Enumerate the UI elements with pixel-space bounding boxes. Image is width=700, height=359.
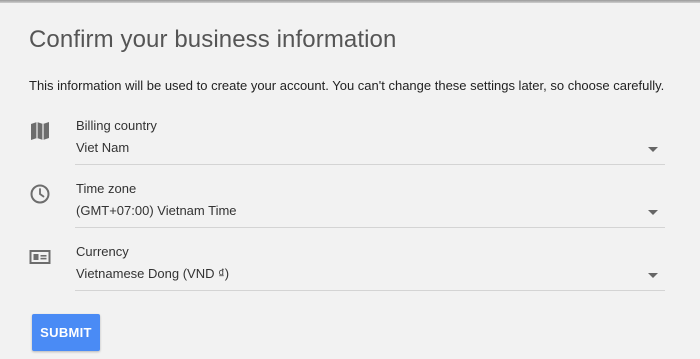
time-zone-label: Time zone (76, 181, 137, 196)
billing-country-field: Billing country Viet Nam (29, 118, 665, 168)
time-zone-value: (GMT+07:00) Vietnam Time (76, 203, 237, 218)
time-zone-select[interactable]: (GMT+07:00) Vietnam Time (75, 198, 665, 228)
time-zone-field: Time zone (GMT+07:00) Vietnam Time (29, 181, 665, 231)
top-shadow-bar (0, 0, 700, 3)
map-icon (29, 120, 51, 142)
page-title: Confirm your business information (29, 26, 397, 53)
currency-label: Currency (76, 244, 129, 259)
page-description: This information will be used to create … (29, 78, 665, 93)
chevron-down-icon (648, 210, 658, 215)
currency-field: Currency Vietnamese Dong (VND ₫) (29, 244, 665, 294)
currency-value: Vietnamese Dong (VND ₫) (76, 266, 230, 281)
currency-select[interactable]: Vietnamese Dong (VND ₫) (75, 261, 665, 291)
chevron-down-icon (648, 147, 658, 152)
chevron-down-icon (648, 273, 658, 278)
billing-country-select[interactable]: Viet Nam (75, 135, 665, 165)
clock-icon (29, 183, 51, 205)
billing-country-value: Viet Nam (76, 140, 130, 155)
submit-button[interactable]: SUBMIT (32, 314, 100, 351)
currency-icon (29, 246, 51, 268)
billing-country-label: Billing country (76, 118, 157, 133)
